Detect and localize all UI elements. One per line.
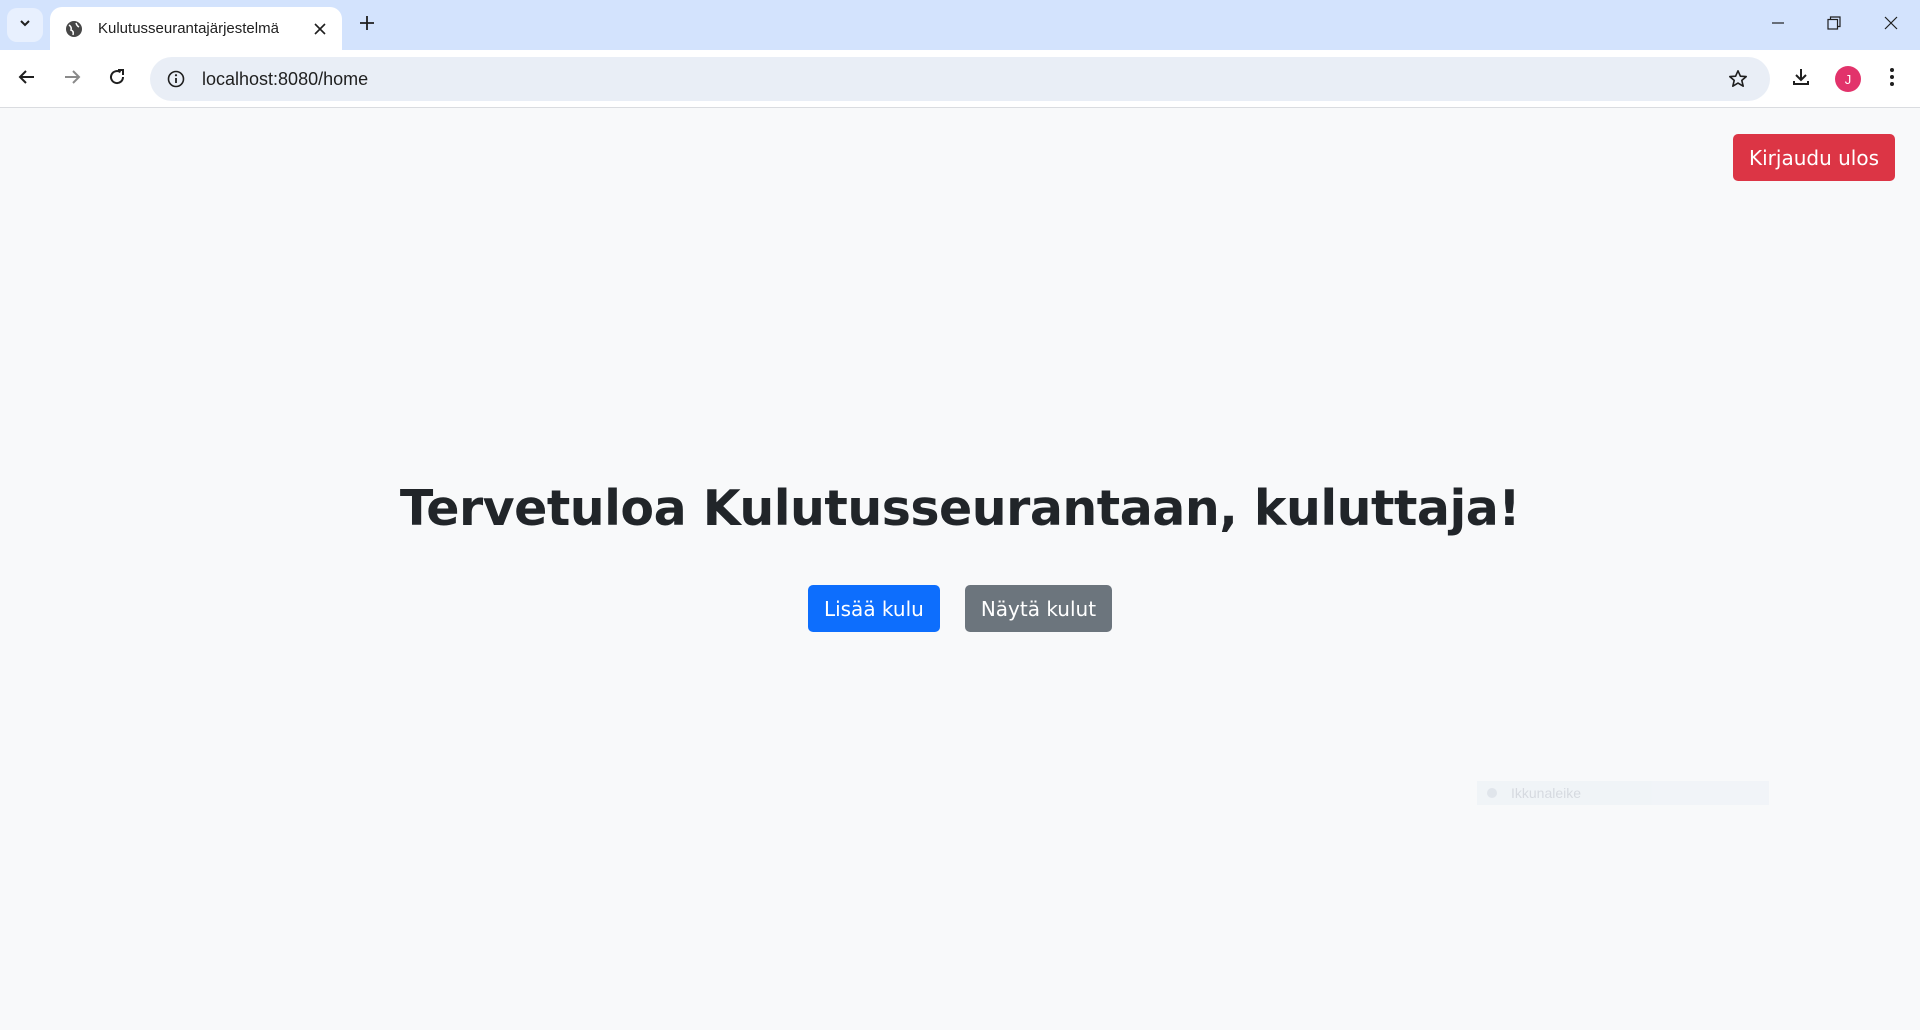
show-expenses-button[interactable]: Näytä kulut (964, 585, 1113, 632)
chevron-down-icon (18, 16, 32, 35)
faded-tooltip: Ikkunaleike (1477, 781, 1769, 805)
close-icon[interactable] (308, 17, 332, 41)
tooltip-icon (1487, 788, 1497, 798)
page-content: Kirjaudu ulos Tervetuloa Kulutusseuranta… (0, 109, 1920, 1030)
plus-icon (359, 15, 375, 36)
arrow-left-icon (18, 68, 36, 91)
page-title: Tervetuloa Kulutusseurantaan, kuluttaja! (399, 480, 1521, 537)
reload-button[interactable] (99, 61, 135, 97)
menu-button[interactable] (1874, 61, 1910, 97)
window-close-button[interactable] (1862, 0, 1920, 50)
add-expense-button[interactable]: Lisää kulu (807, 585, 940, 632)
profile-avatar[interactable]: J (1835, 66, 1861, 92)
tab-title: Kulutusseurantajärjestelmä (98, 20, 279, 37)
browser-toolbar: localhost:8080/home J (0, 50, 1920, 108)
restore-button[interactable] (1805, 0, 1863, 50)
back-button[interactable] (9, 61, 45, 97)
downloads-button[interactable] (1783, 61, 1819, 97)
restore-icon (1827, 15, 1841, 35)
reload-icon (108, 68, 126, 91)
url-text[interactable]: localhost:8080/home (202, 69, 1718, 90)
download-icon (1791, 67, 1811, 92)
more-vertical-icon (1889, 67, 1895, 92)
forward-button[interactable] (54, 61, 90, 97)
browser-tab[interactable]: Kulutusseurantajärjestelmä (50, 7, 342, 50)
globe-icon (64, 19, 84, 39)
info-icon[interactable] (154, 57, 198, 101)
minimize-icon (1771, 16, 1785, 35)
tooltip-text: Ikkunaleike (1511, 785, 1582, 801)
action-buttons: Lisää kulu Näytä kulut (0, 585, 1920, 632)
star-icon[interactable] (1718, 59, 1758, 99)
tab-search-button[interactable] (7, 8, 43, 42)
minimize-button[interactable] (1749, 0, 1807, 50)
address-bar[interactable]: localhost:8080/home (150, 57, 1770, 101)
arrow-right-icon (63, 68, 81, 91)
logout-button[interactable]: Kirjaudu ulos (1733, 134, 1895, 181)
new-tab-button[interactable] (352, 10, 382, 40)
close-icon (1884, 16, 1898, 35)
tab-strip: Kulutusseurantajärjestelmä (0, 0, 1920, 50)
